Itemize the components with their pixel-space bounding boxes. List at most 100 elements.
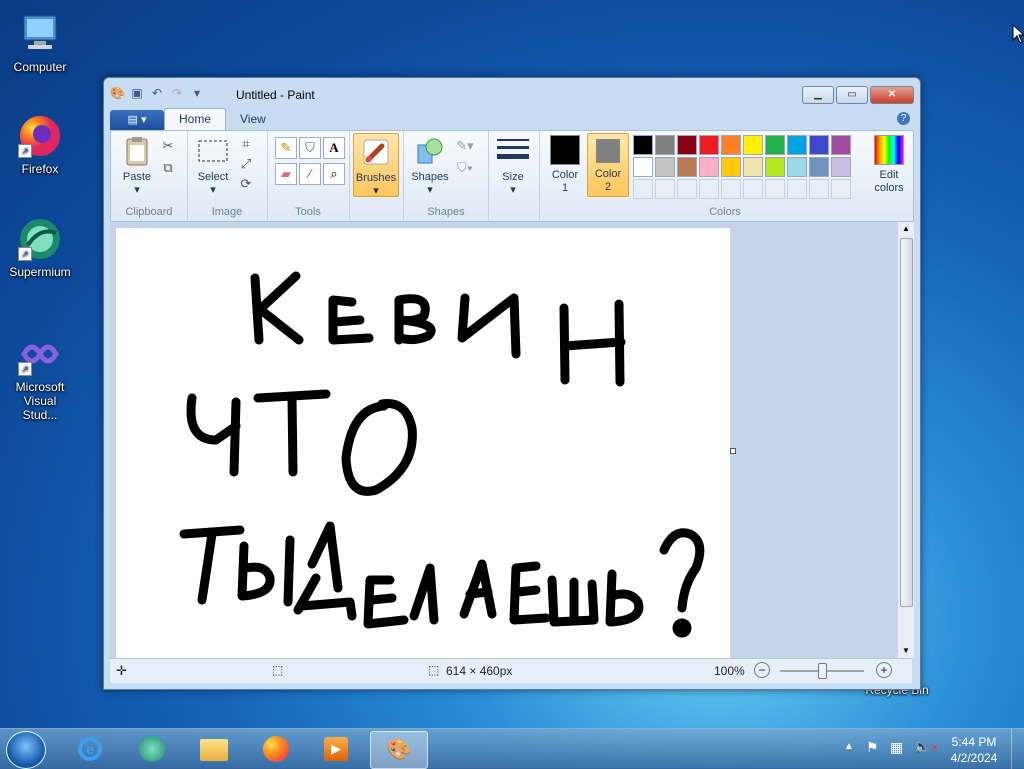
paint-window: 🎨 ▣ ↶ ↷ ▾ Untitled - Paint ▁ ▭ ✕ ▤ ▾ Hom… <box>103 77 921 690</box>
brushes-button[interactable]: Brushes ▾ <box>353 133 399 197</box>
color-1-button[interactable]: Color 1 <box>547 135 583 195</box>
color-swatch[interactable] <box>677 135 697 155</box>
fill-icon[interactable]: ⛉ <box>299 137 321 159</box>
color-swatch[interactable] <box>743 135 763 155</box>
shape-fill-icon[interactable]: ⛉▾ <box>456 159 474 177</box>
paint-menu-button[interactable]: ▤ ▾ <box>110 110 164 130</box>
color-swatch[interactable] <box>677 157 697 177</box>
computer-icon <box>16 10 64 58</box>
clock[interactable]: 5:44 PM 4/2/2024 <box>944 734 1004 766</box>
show-desktop-button[interactable] <box>1011 729 1024 769</box>
color-swatch[interactable] <box>787 135 807 155</box>
paste-button[interactable]: Paste ▾ <box>117 135 157 197</box>
help-icon[interactable]: ? <box>897 112 910 125</box>
taskbar-explorer[interactable] <box>186 731 242 767</box>
color-swatch[interactable] <box>633 135 653 155</box>
network-icon[interactable]: ▦ <box>890 739 903 756</box>
color-swatch[interactable] <box>809 157 829 177</box>
color-swatch[interactable] <box>765 157 785 177</box>
empty-color-swatch[interactable] <box>677 179 697 199</box>
desktop-icon-label: Microsoft Visual Stud... <box>15 380 65 422</box>
show-hidden-icons[interactable]: ▲ <box>844 741 854 752</box>
undo-icon[interactable]: ↶ <box>150 86 164 100</box>
color-swatch[interactable] <box>655 135 675 155</box>
empty-color-swatch[interactable] <box>721 179 741 199</box>
color-swatch[interactable] <box>633 157 653 177</box>
rotate-icon[interactable]: ⟳ <box>237 175 255 193</box>
tab-view[interactable]: View <box>226 109 280 130</box>
empty-color-swatch[interactable] <box>699 179 719 199</box>
outline-icon[interactable]: ✎▾ <box>456 137 474 155</box>
close-button[interactable]: ✕ <box>870 86 914 104</box>
color-picker-icon[interactable]: ⁄ <box>299 163 321 185</box>
taskbar-firefox[interactable] <box>248 731 304 767</box>
ribbon-tabs: ▤ ▾ Home View <box>110 108 280 130</box>
empty-color-swatch[interactable] <box>787 179 807 199</box>
canvas-area[interactable] <box>110 222 904 658</box>
drawing-canvas[interactable] <box>116 228 730 658</box>
customize-qat-icon[interactable]: ▾ <box>190 86 204 100</box>
maximize-button[interactable]: ▭ <box>836 86 868 104</box>
empty-color-swatch[interactable] <box>831 179 851 199</box>
window-title: Untitled - Paint <box>236 88 315 102</box>
desktop-icon-firefox[interactable]: ↗ Firefox <box>0 112 80 176</box>
taskbar-paint[interactable]: 🎨 <box>370 731 428 769</box>
scroll-up-icon[interactable]: ▲ <box>898 222 914 236</box>
copy-icon[interactable]: ⧉ <box>159 159 177 177</box>
color-swatch[interactable] <box>809 135 829 155</box>
paint-app-icon[interactable]: 🎨 <box>110 86 125 100</box>
crop-icon[interactable]: ⌗ <box>237 135 255 153</box>
color-swatch[interactable] <box>831 135 851 155</box>
shapes-button[interactable]: Shapes ▾ <box>408 135 452 197</box>
redo-icon[interactable]: ↷ <box>170 86 184 100</box>
taskbar-media-player[interactable]: ▶ <box>308 731 364 767</box>
color-swatch[interactable] <box>655 157 675 177</box>
resize-icon[interactable]: ⤢ <box>237 155 255 173</box>
desktop-icon-supermium[interactable]: ↗ Supermium <box>0 215 80 279</box>
vertical-scrollbar[interactable]: ▲ ▼ <box>897 222 914 658</box>
color-swatch[interactable] <box>765 135 785 155</box>
edit-colors-button[interactable]: Edit colors <box>869 135 909 195</box>
line-size-icon <box>497 135 529 167</box>
color-swatch[interactable] <box>721 135 741 155</box>
color-swatch[interactable] <box>787 157 807 177</box>
empty-color-swatch[interactable] <box>809 179 829 199</box>
size-button[interactable]: Size ▾ <box>493 135 533 197</box>
select-button[interactable]: Select ▾ <box>193 135 233 197</box>
empty-color-swatch[interactable] <box>633 179 653 199</box>
zoom-in-icon[interactable]: + <box>876 662 892 678</box>
zoom-slider-thumb[interactable] <box>818 663 827 679</box>
text-icon[interactable]: A <box>323 137 345 159</box>
scrollbar-thumb[interactable] <box>900 238 913 607</box>
color-swatch[interactable] <box>743 157 763 177</box>
color-swatch[interactable] <box>699 135 719 155</box>
desktop-icon-computer[interactable]: Computer <box>0 10 80 74</box>
desktop-icon-label: Firefox <box>21 162 59 176</box>
volume-muted-icon[interactable]: 🔈✕ <box>914 739 939 755</box>
title-bar[interactable]: 🎨 ▣ ↶ ↷ ▾ Untitled - Paint ▁ ▭ ✕ <box>104 78 920 106</box>
color-swatch[interactable] <box>831 157 851 177</box>
taskbar-supermium[interactable] <box>124 731 180 767</box>
group-colors: Color 1 Color 2 Edit colors Colors <box>539 131 911 221</box>
action-center-flag-icon[interactable]: ⚑ <box>866 739 879 756</box>
eraser-icon[interactable]: ▰ <box>275 163 297 185</box>
start-button[interactable] <box>6 731 46 769</box>
taskbar-ie[interactable]: e <box>62 731 118 767</box>
pencil-icon[interactable]: ✎ <box>275 137 297 159</box>
save-icon[interactable]: ▣ <box>130 86 144 100</box>
minimize-button[interactable]: ▁ <box>802 86 834 104</box>
scroll-down-icon[interactable]: ▼ <box>898 644 914 658</box>
canvas-resize-handle[interactable] <box>730 448 736 454</box>
cut-icon[interactable]: ✂ <box>159 137 177 155</box>
group-label: Clipboard <box>125 206 173 218</box>
empty-color-swatch[interactable] <box>743 179 763 199</box>
zoom-out-icon[interactable]: − <box>754 662 770 678</box>
empty-color-swatch[interactable] <box>765 179 785 199</box>
empty-color-swatch[interactable] <box>655 179 675 199</box>
color-2-button[interactable]: Color 2 <box>587 133 629 197</box>
magnifier-icon[interactable]: ⌕ <box>323 163 345 185</box>
color-swatch[interactable] <box>721 157 741 177</box>
color-swatch[interactable] <box>699 157 719 177</box>
tab-home[interactable]: Home <box>164 108 227 130</box>
desktop-icon-visual-studio[interactable]: ↗ Microsoft Visual Stud... <box>0 330 80 422</box>
